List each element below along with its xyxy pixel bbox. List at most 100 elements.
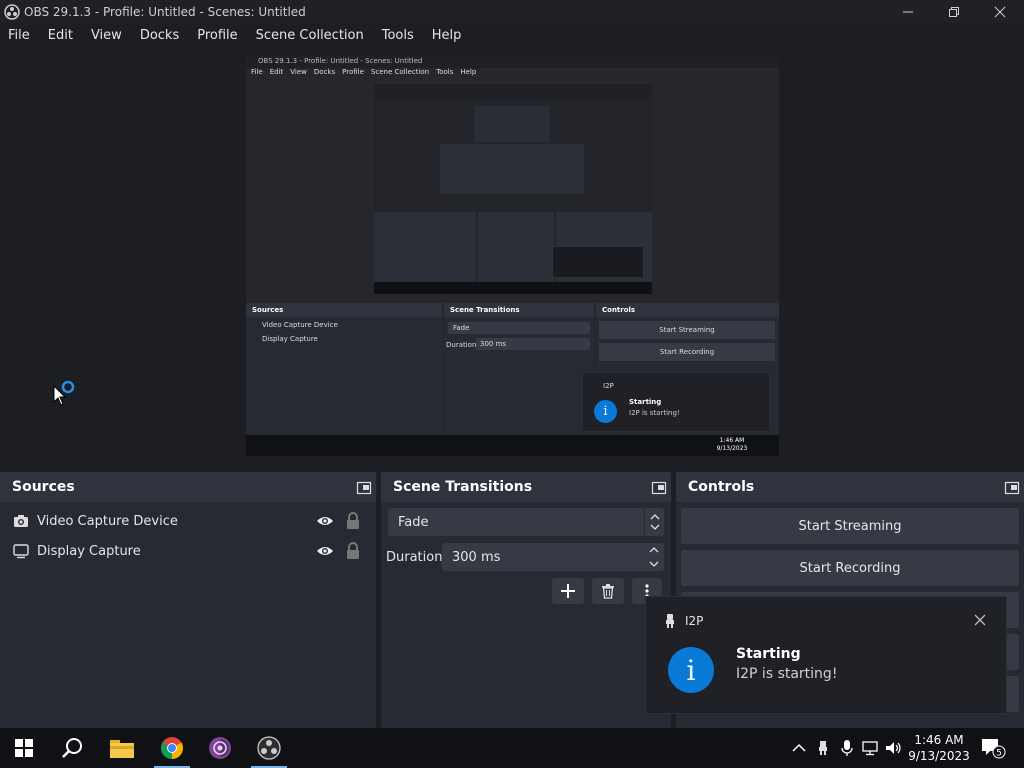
mirror-menu-profile: Profile — [342, 68, 364, 76]
tray-volume[interactable] — [884, 728, 904, 768]
restore-icon — [949, 6, 959, 17]
taskbar-obs[interactable] — [245, 728, 293, 768]
lock-icon[interactable] — [346, 512, 360, 530]
mirror-transitions-title: Scene Transitions — [444, 303, 594, 317]
camera-icon — [14, 515, 28, 527]
restore-button[interactable] — [931, 0, 977, 23]
mirror-taskbar: 1:46 AM 9/13/2023 — [246, 435, 779, 456]
notification-toast[interactable]: I2P i Starting I2P is starting! — [645, 596, 1007, 714]
duration-label: Duration — [386, 550, 443, 565]
toast-title: Starting — [736, 646, 801, 662]
mirror-start-recording: Start Recording — [599, 343, 775, 361]
info-icon: i — [668, 647, 714, 693]
visibility-eye-icon[interactable] — [316, 513, 334, 529]
taskbar-tor-browser[interactable] — [196, 728, 244, 768]
undock-icon[interactable] — [356, 479, 372, 495]
mirror-controls-title: Controls — [596, 303, 779, 317]
close-button[interactable] — [977, 0, 1023, 23]
undock-icon[interactable] — [651, 479, 667, 495]
lock-icon[interactable] — [346, 542, 360, 560]
tray-network[interactable] — [861, 728, 881, 768]
taskbar-clock[interactable]: 1:46 AM 9/13/2023 — [902, 732, 976, 764]
i2p-app-icon — [666, 614, 674, 628]
start-recording-button[interactable]: Start Recording — [681, 550, 1019, 586]
mirror-nested-preview — [374, 84, 652, 294]
trash-icon — [602, 584, 614, 599]
mirror-window-title: OBS 29.1.3 - Profile: Untitled - Scenes:… — [258, 57, 423, 65]
mirror-source-item: Video Capture Device — [262, 321, 338, 329]
menu-scene-collection[interactable]: Scene Collection — [247, 28, 373, 43]
taskbar: 1:46 AM 9/13/2023 5 — [0, 728, 1024, 768]
show-hidden-icons-button[interactable] — [790, 728, 808, 768]
mirror-toast: I2P i Starting I2P is starting! — [582, 372, 770, 432]
mirror-menu-file: File — [251, 68, 263, 76]
source-item-video-capture[interactable]: Video Capture Device — [0, 506, 376, 536]
search-button[interactable] — [48, 728, 96, 768]
taskbar-chrome[interactable] — [148, 728, 196, 768]
sources-dock: Sources Video Capture Device Display Cap… — [0, 472, 376, 728]
title-bar: OBS 29.1.3 - Profile: Untitled - Scenes:… — [0, 0, 1024, 23]
transition-select-value: Fade — [398, 514, 429, 530]
plus-icon — [561, 584, 575, 598]
mirror-info-icon: i — [594, 400, 617, 423]
minimize-icon — [903, 11, 913, 12]
mirror-menu-help: Help — [460, 68, 477, 76]
menu-docks[interactable]: Docks — [131, 28, 188, 43]
mirror-sources-title: Sources — [246, 303, 442, 317]
start-streaming-button[interactable]: Start Streaming — [681, 508, 1019, 544]
menu-tools[interactable]: Tools — [373, 28, 423, 43]
monitor-icon — [13, 544, 29, 559]
close-icon[interactable] — [974, 614, 986, 626]
search-icon — [62, 738, 82, 758]
preview-area[interactable]: OBS 29.1.3 - Profile: Untitled - Scenes:… — [0, 47, 1024, 470]
mirror-transitions-dock: Scene Transitions Fade Duration 300 ms — [444, 303, 594, 435]
chevron-up-down-icon — [649, 547, 659, 567]
menu-file[interactable]: File — [0, 28, 39, 43]
mirror-menu-view: View — [290, 68, 307, 76]
taskbar-file-explorer[interactable] — [98, 728, 146, 768]
action-center-button[interactable]: 5 — [978, 728, 1008, 768]
add-transition-button[interactable] — [552, 578, 584, 604]
source-label: Video Capture Device — [37, 513, 178, 529]
chrome-icon — [161, 737, 183, 759]
tray-i2p[interactable] — [814, 728, 832, 768]
menu-edit[interactable]: Edit — [39, 28, 82, 43]
mirror-clock: 1:46 AM 9/13/2023 — [712, 437, 752, 453]
mirror-toast-title: Starting — [629, 398, 662, 406]
spin-arrows[interactable] — [644, 543, 664, 571]
remove-transition-button[interactable] — [592, 578, 624, 604]
mirror-menu-bar: File Edit View Docks Profile Scene Colle… — [246, 68, 779, 80]
tray-microphone[interactable] — [838, 728, 856, 768]
duration-spinbox[interactable]: 300 ms — [442, 543, 664, 571]
menu-view[interactable]: View — [82, 28, 131, 43]
menu-profile[interactable]: Profile — [188, 28, 246, 43]
close-icon — [994, 6, 1006, 17]
visibility-eye-icon[interactable] — [316, 543, 334, 559]
notification-count: 5 — [996, 749, 1002, 759]
clock-date: 9/13/2023 — [908, 749, 970, 763]
mirror-sources-dock: Sources Video Capture Device Display Cap… — [246, 303, 442, 435]
tor-browser-icon — [209, 737, 231, 759]
mirror-transition-select: Fade — [448, 322, 590, 334]
mirror-duration-label: Duration — [446, 341, 477, 349]
undock-icon[interactable] — [1004, 479, 1020, 495]
source-item-display-capture[interactable]: Display Capture — [0, 536, 376, 566]
start-button[interactable] — [0, 728, 48, 768]
speaker-icon — [886, 742, 901, 754]
transitions-dock-header: Scene Transitions — [381, 472, 671, 502]
toast-body: I2P is starting! — [736, 666, 838, 682]
preview-canvas[interactable]: OBS 29.1.3 - Profile: Untitled - Scenes:… — [246, 56, 779, 456]
menu-help[interactable]: Help — [423, 28, 471, 43]
file-explorer-icon — [110, 740, 134, 758]
obs-logo-icon — [4, 3, 20, 20]
mirror-start-streaming: Start Streaming — [599, 321, 775, 339]
mirror-menu-scene-collection: Scene Collection — [370, 68, 430, 76]
window-title: OBS 29.1.3 - Profile: Untitled - Scenes:… — [24, 4, 306, 19]
mirror-menu-tools: Tools — [436, 68, 454, 76]
transition-select[interactable]: Fade — [388, 508, 664, 536]
toast-app-name: I2P — [685, 614, 704, 628]
mirror-title-bar: OBS 29.1.3 - Profile: Untitled - Scenes:… — [246, 56, 779, 68]
mirror-clock-time: 1:46 AM — [719, 437, 745, 444]
chevron-up-icon — [792, 743, 806, 752]
minimize-button[interactable] — [885, 0, 931, 23]
